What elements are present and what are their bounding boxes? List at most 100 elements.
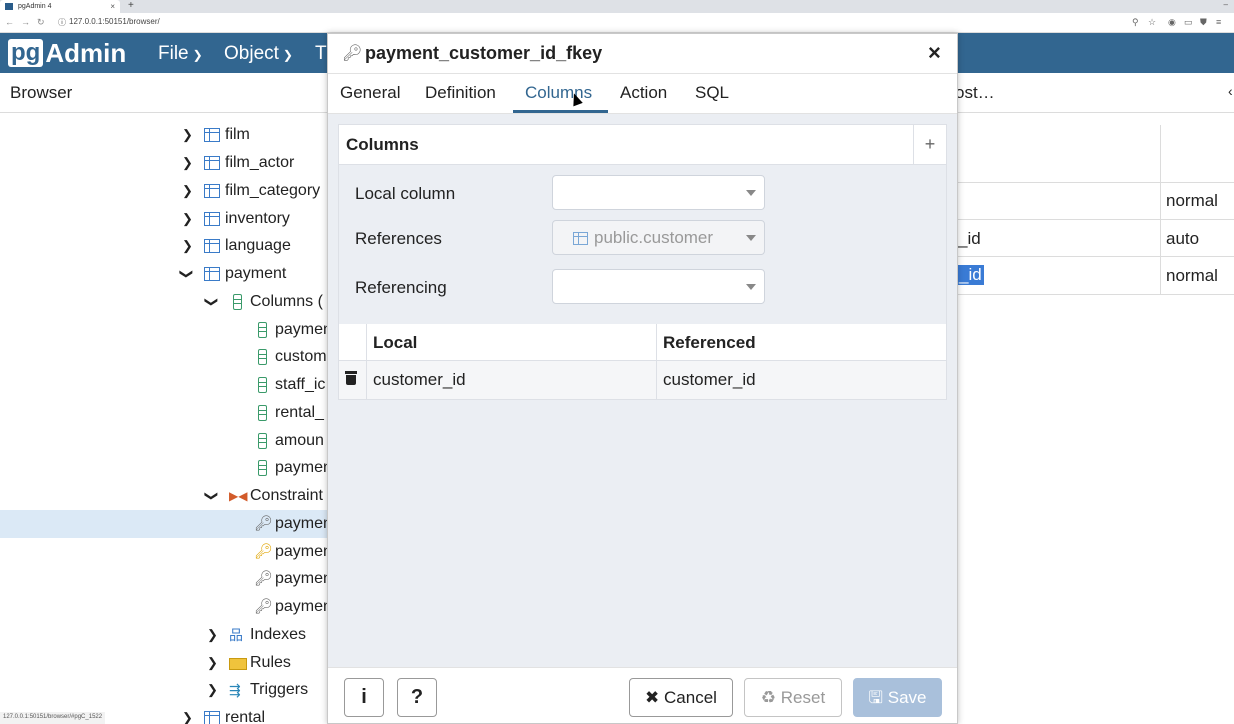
tab-sql[interactable]: SQL bbox=[695, 83, 729, 103]
tree-item-language[interactable]: ❯ language bbox=[0, 232, 330, 260]
tree-item-columns[interactable]: ❯ Columns ( bbox=[0, 288, 330, 316]
grid-cell: normal bbox=[1166, 266, 1218, 285]
column-header-referenced: Referenced bbox=[663, 333, 756, 352]
foreign-key-icon: 🔑︎ bbox=[254, 570, 274, 587]
tree-item-column[interactable]: amoun bbox=[0, 427, 330, 455]
save-button[interactable]: 🖫 Save bbox=[853, 678, 942, 717]
chevron-down-icon[interactable]: ❯ bbox=[172, 269, 200, 280]
indexes-icon: 品 bbox=[229, 627, 243, 643]
window-minimize-button[interactable]: – bbox=[1224, 0, 1228, 9]
menu-object[interactable]: Object ❯ bbox=[224, 43, 293, 65]
menu-icon[interactable]: ≡ bbox=[1216, 17, 1221, 27]
cell-referenced[interactable]: customer_id bbox=[663, 370, 756, 390]
reset-button[interactable]: ♻ Reset bbox=[744, 678, 842, 717]
chevron-down-icon[interactable]: ❯ bbox=[197, 491, 225, 502]
chevron-right-icon[interactable]: ❯ bbox=[207, 676, 218, 704]
references-select[interactable]: public.customer bbox=[552, 220, 765, 255]
zoom-icon[interactable]: ⚲ bbox=[1132, 17, 1139, 28]
tree-item-foreign-key[interactable]: 🔑︎ paymen bbox=[0, 565, 332, 593]
menu-tools[interactable]: T bbox=[315, 43, 327, 65]
tree-item-triggers[interactable]: ❯ ⇶ Triggers bbox=[0, 676, 330, 704]
shield-icon[interactable]: ⛊ bbox=[1200, 17, 1207, 28]
chevron-down-icon: ❯ bbox=[282, 48, 293, 62]
referencing-label: Referencing bbox=[355, 278, 447, 297]
grid-divider bbox=[955, 294, 1234, 295]
close-icon: ✖ bbox=[645, 688, 665, 707]
tree-item-column[interactable]: staff_ic bbox=[0, 371, 330, 399]
help-button[interactable]: ? bbox=[397, 678, 437, 717]
grid-cell: normal bbox=[1166, 191, 1218, 210]
table-row[interactable]: customer_id customer_id bbox=[339, 361, 946, 399]
info-button[interactable]: i bbox=[344, 678, 384, 717]
chevron-right-icon[interactable]: ❯ bbox=[207, 621, 218, 649]
tree-item-film[interactable]: ❯ film bbox=[0, 121, 330, 149]
extension-icon[interactable]: ◉ bbox=[1168, 17, 1176, 28]
bookmark-star-icon[interactable]: ☆ bbox=[1148, 17, 1156, 28]
cell-local[interactable]: customer_id bbox=[373, 370, 466, 390]
caret-down-icon bbox=[746, 190, 756, 196]
tab-definition[interactable]: Definition bbox=[425, 83, 496, 103]
grid-divider bbox=[955, 219, 1234, 220]
tree-item-payment[interactable]: ❯ payment bbox=[0, 260, 330, 288]
browser-tab-bar: pgAdmin 4 × + – bbox=[0, 0, 1234, 13]
tab-action[interactable]: Action bbox=[620, 83, 667, 103]
columns-icon bbox=[233, 294, 242, 310]
chevron-right-icon[interactable]: ❯ bbox=[182, 704, 193, 724]
table-icon bbox=[204, 267, 220, 281]
browser-tree: ❯ film ❯ film_actor ❯ film_category ❯ invent… bbox=[0, 113, 332, 724]
back-icon[interactable]: ← bbox=[5, 17, 14, 27]
close-icon[interactable]: × bbox=[928, 40, 941, 66]
chevron-down-icon[interactable]: ❯ bbox=[197, 297, 225, 308]
tree-item-film-category[interactable]: ❯ film_category bbox=[0, 177, 330, 205]
forward-icon[interactable]: → bbox=[21, 17, 30, 27]
chevron-right-icon[interactable]: ❯ bbox=[182, 149, 193, 177]
tree-item-constraints[interactable]: ❯ ▶◀ Constraint bbox=[0, 482, 330, 510]
tree-item-column[interactable]: rental_ bbox=[0, 399, 330, 427]
panel-scroll-arrow-icon[interactable]: ‹ bbox=[1228, 83, 1233, 99]
url-input[interactable]: 127.0.0.1:50151/browser/ bbox=[69, 17, 160, 26]
column-icon bbox=[258, 433, 267, 449]
column-icon bbox=[258, 405, 267, 421]
trash-icon[interactable] bbox=[345, 371, 357, 385]
dialog-titlebar[interactable]: 🔑︎ payment_customer_id_fkey × bbox=[328, 34, 957, 74]
table-icon bbox=[204, 711, 220, 724]
tree-item-inventory[interactable]: ❯ inventory bbox=[0, 205, 330, 233]
new-tab-button[interactable]: + bbox=[128, 0, 134, 12]
tree-item-primary-key[interactable]: 🔑︎ paymen bbox=[0, 538, 332, 566]
browser-tab-title: pgAdmin 4 bbox=[18, 3, 52, 10]
dialog-footer: i ? ✖ Cancel ♻ Reset 🖫 Save bbox=[328, 667, 957, 723]
extension-icon[interactable]: ▭ bbox=[1184, 17, 1193, 28]
table-icon bbox=[573, 232, 588, 245]
chevron-right-icon[interactable]: ❯ bbox=[207, 649, 218, 677]
menu-file[interactable]: File ❯ bbox=[158, 43, 203, 65]
tab-close-icon[interactable]: × bbox=[110, 0, 115, 13]
tree-item-film-actor[interactable]: ❯ film_actor bbox=[0, 149, 330, 177]
browser-tab[interactable]: pgAdmin 4 × bbox=[0, 0, 120, 13]
tree-item-column[interactable]: custom bbox=[0, 343, 330, 371]
right-panel-tab-title[interactable]: ost… bbox=[955, 83, 995, 103]
column-header-local: Local bbox=[373, 333, 418, 352]
tree-item-foreign-key[interactable]: 🔑︎ paymen bbox=[0, 510, 332, 538]
section-header: Columns + bbox=[339, 125, 946, 165]
recycle-icon: ♻ bbox=[760, 688, 781, 707]
cancel-button[interactable]: ✖ Cancel bbox=[629, 678, 733, 717]
tab-general[interactable]: General bbox=[340, 83, 400, 103]
grid-cell-selected[interactable]: _id bbox=[957, 265, 984, 285]
chevron-right-icon[interactable]: ❯ bbox=[182, 232, 193, 260]
tree-item-indexes[interactable]: ❯ 品 Indexes bbox=[0, 621, 330, 649]
referencing-select[interactable] bbox=[552, 269, 765, 304]
tree-item-rules[interactable]: ❯ Rules bbox=[0, 649, 330, 677]
chevron-right-icon[interactable]: ❯ bbox=[182, 205, 193, 233]
tree-item-column[interactable]: paymen bbox=[0, 316, 332, 344]
tree-item-foreign-key[interactable]: 🔑︎ paymen bbox=[0, 593, 332, 621]
dialog-tabs: General Definition Columns Action SQL bbox=[328, 74, 957, 114]
add-row-button[interactable]: + bbox=[913, 125, 946, 165]
info-icon[interactable]: ⓘ bbox=[58, 17, 66, 28]
column-icon bbox=[258, 460, 267, 476]
tree-item-column[interactable]: paymen bbox=[0, 454, 332, 482]
chevron-right-icon[interactable]: ❯ bbox=[182, 177, 193, 205]
local-column-select[interactable] bbox=[552, 175, 765, 210]
chevron-right-icon[interactable]: ❯ bbox=[182, 121, 193, 149]
section-title: Columns bbox=[346, 135, 419, 154]
reload-icon[interactable]: ↻ bbox=[37, 17, 45, 28]
